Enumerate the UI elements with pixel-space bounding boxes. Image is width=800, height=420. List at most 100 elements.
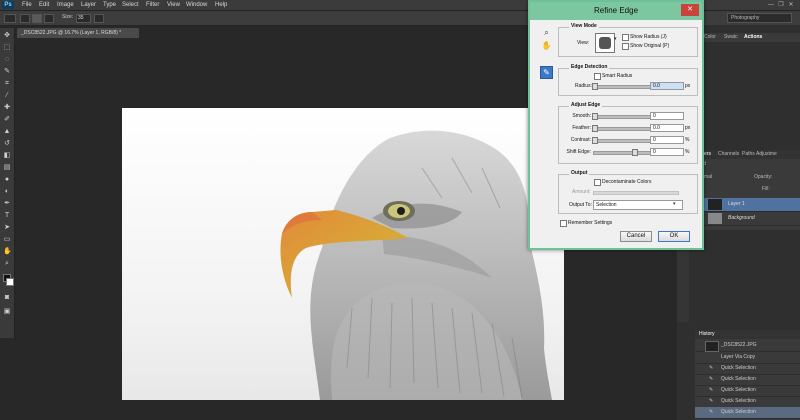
path-selection-icon[interactable]: ➤ — [3, 224, 11, 232]
tab-history[interactable]: History — [699, 330, 715, 339]
restore-icon[interactable]: ❐ — [776, 1, 786, 8]
menu-file[interactable]: File — [22, 1, 32, 9]
adjust-row-field[interactable]: 0 — [650, 148, 684, 156]
menu-image[interactable]: Image — [57, 1, 74, 9]
history-label: Quick Selection — [721, 365, 756, 371]
smart-radius-label: Smart Radius — [602, 73, 633, 79]
remember-settings-checkbox[interactable] — [560, 220, 567, 227]
adjust-row-slider-thumb[interactable] — [592, 113, 598, 120]
menu-select[interactable]: Select — [122, 1, 139, 9]
adjust-row-field[interactable]: 0 — [650, 112, 684, 120]
crop-tool-icon[interactable]: ⌗ — [3, 80, 11, 88]
brush-tool-icon[interactable]: ✐ — [3, 116, 11, 124]
document-tab[interactable]: _DSC8522.JPG @ 16.7% (Layer 1, RGB/8) * — [17, 28, 139, 38]
history-label: Quick Selection — [721, 409, 756, 415]
tab-paths[interactable]: Paths — [742, 150, 755, 159]
refine-radius-tool-icon[interactable]: ✎ — [540, 66, 553, 79]
cancel-button[interactable]: Cancel — [620, 231, 652, 242]
radius-field[interactable]: 0.0 — [650, 82, 684, 90]
radius-slider-thumb[interactable] — [592, 83, 598, 90]
tab-swatches[interactable]: Swatc — [724, 33, 738, 42]
dialog-title: Refine Edge — [593, 6, 639, 15]
type-tool-icon[interactable]: T — [3, 212, 11, 220]
background-color-swatch[interactable] — [6, 278, 14, 286]
shape-tool-icon[interactable]: ▭ — [3, 236, 11, 244]
sample-all-layers-checkbox[interactable] — [94, 14, 104, 23]
tool-preset-picker[interactable] — [4, 14, 16, 23]
quick-selection-icon: ✎ — [709, 398, 714, 404]
blur-tool-icon[interactable]: ● — [3, 176, 11, 184]
quick-mask-icon[interactable]: ◙ — [3, 294, 11, 302]
healing-brush-icon[interactable]: ✚ — [3, 104, 11, 112]
show-radius-checkbox[interactable] — [622, 34, 629, 41]
eagle-thumbnail — [599, 37, 611, 49]
fill-label: Fill: — [762, 186, 770, 192]
decontaminate-colors-checkbox[interactable] — [594, 179, 601, 186]
adjust-row-slider-thumb[interactable] — [592, 125, 598, 132]
history-step[interactable]: ✎ Quick Selection — [695, 407, 800, 419]
tab-color[interactable]: Color — [704, 33, 716, 42]
quick-selection-icon: ✎ — [709, 376, 714, 382]
tab-actions[interactable]: Actions — [744, 33, 762, 42]
workspace-select[interactable]: Photography — [727, 13, 792, 23]
zoom-tool-icon[interactable]: ⌕ — [3, 260, 11, 268]
history-snapshot[interactable]: _DSC8522.JPG — [695, 340, 800, 352]
new-selection-icon[interactable] — [20, 14, 30, 23]
tab-channels[interactable]: Channels — [718, 150, 739, 159]
eraser-tool-icon[interactable]: ◧ — [3, 152, 11, 160]
adjust-row-field[interactable]: 0.0 — [650, 124, 684, 132]
pen-tool-icon[interactable]: ✒ — [3, 200, 11, 208]
dialog-close-button[interactable]: ✕ — [681, 4, 699, 16]
photoshop-logo: Ps — [2, 1, 14, 9]
screen-mode-icon[interactable]: ▣ — [3, 308, 11, 316]
brush-size-field[interactable]: 35 — [76, 14, 91, 23]
chevron-down-icon[interactable]: ▾ — [614, 36, 617, 42]
dodge-tool-icon[interactable]: ◐ — [3, 188, 11, 196]
chevron-down-icon[interactable]: ▾ — [673, 200, 676, 209]
ok-button[interactable]: OK — [658, 231, 690, 242]
move-tool-icon[interactable]: ✥ — [3, 32, 11, 40]
adjust-row-unit: % — [685, 137, 690, 143]
view-mode-preview[interactable] — [595, 33, 615, 53]
close-icon[interactable]: ✕ — [786, 1, 796, 8]
menu-window[interactable]: Window — [186, 1, 207, 9]
snapshot-thumbnail — [705, 341, 719, 352]
lasso-tool-icon[interactable]: ◌ — [3, 56, 11, 64]
tab-adjustments[interactable]: Adjustme — [756, 150, 777, 159]
layer-row[interactable]: Layer 1 — [690, 198, 800, 212]
layer-name: Layer 1 — [728, 201, 745, 207]
adjust-row-slider-thumb[interactable] — [592, 137, 598, 144]
adjust-row-slider-thumb[interactable] — [632, 149, 638, 156]
clone-stamp-icon[interactable]: ▲ — [3, 128, 11, 136]
menu-view[interactable]: View — [167, 1, 180, 9]
history-brush-icon[interactable]: ↺ — [3, 140, 11, 148]
minimize-icon[interactable]: — — [766, 2, 776, 8]
marquee-tool-icon[interactable]: ⬚ — [3, 44, 11, 52]
refine-edge-dialog: Refine Edge ✕ ⌕ ✋ ✎ View Mode View: ▾ Sh… — [528, 0, 704, 250]
output-to-select[interactable]: Selection — [593, 200, 683, 210]
document-canvas[interactable] — [122, 108, 564, 400]
menu-type[interactable]: Type — [103, 1, 116, 9]
dialog-titlebar[interactable]: Refine Edge ✕ — [530, 2, 702, 20]
output-title: Output — [569, 170, 590, 176]
show-original-checkbox[interactable] — [622, 43, 629, 50]
adjust-row-field[interactable]: 0 — [650, 136, 684, 144]
eyedropper-tool-icon[interactable]: ⁄ — [3, 92, 11, 100]
smart-radius-checkbox[interactable] — [594, 73, 601, 80]
hand-tool-icon[interactable]: ✋ — [3, 248, 12, 256]
layer-row[interactable]: Background — [690, 212, 800, 226]
gradient-tool-icon[interactable]: ▤ — [3, 164, 11, 172]
hand-tool-icon[interactable]: ✋ — [541, 40, 552, 51]
quick-selection-icon: ✎ — [709, 409, 714, 415]
edge-detection-section: Edge Detection Smart Radius Radius: 0.0 … — [558, 64, 698, 96]
quick-selection-tool-icon[interactable]: ✎ — [3, 68, 11, 76]
quick-selection-icon: ✎ — [709, 365, 714, 371]
add-to-selection-icon[interactable] — [32, 14, 42, 23]
menu-layer[interactable]: Layer — [81, 1, 96, 9]
menu-help[interactable]: Help — [215, 1, 227, 9]
decontaminate-colors-label: Decontaminate Colors — [602, 179, 652, 185]
zoom-tool-icon[interactable]: ⌕ — [541, 27, 552, 38]
subtract-selection-icon[interactable] — [44, 14, 54, 23]
menu-filter[interactable]: Filter — [146, 1, 159, 9]
menu-edit[interactable]: Edit — [39, 1, 49, 9]
